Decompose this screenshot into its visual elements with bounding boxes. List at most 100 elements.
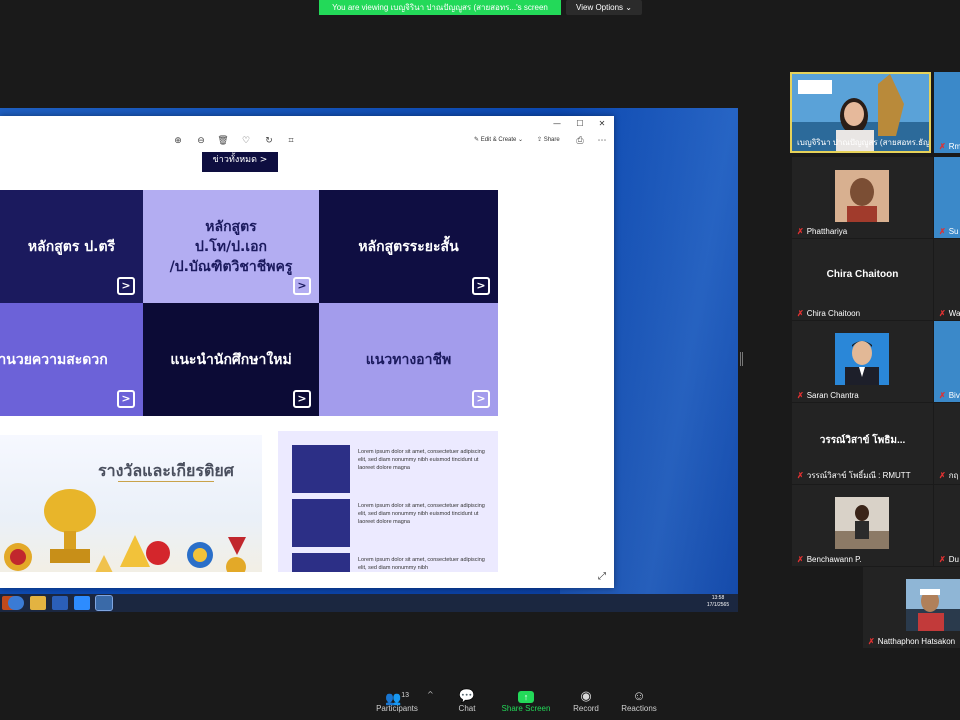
participant-name: ✗ Natthaphon Hatsakon	[868, 637, 955, 646]
print-icon[interactable]: ⎙	[573, 134, 587, 148]
zoom-in-icon[interactable]: ⊕	[171, 134, 185, 148]
tile-short-course[interactable]: หลักสูตรระยะสั้น >	[319, 190, 498, 303]
reactions-label: Reactions	[621, 704, 657, 713]
chat-label: Chat	[458, 704, 476, 713]
video-tile[interactable]: ✗ Su	[934, 157, 960, 238]
view-options-button[interactable]: View Options ⌄	[566, 0, 642, 15]
close-button[interactable]: ✕	[591, 116, 613, 131]
trophies-illustration	[4, 489, 246, 572]
folder-icon[interactable]	[30, 596, 46, 610]
name-text: Benchawann P.	[806, 555, 862, 564]
reactions-button[interactable]: ☺ Reactions	[609, 688, 669, 713]
mic-off-icon: ✗	[797, 471, 804, 480]
video-tile[interactable]: ✗ Natthaphon Hatsakon	[863, 567, 960, 648]
rotate-icon[interactable]: ↻	[262, 134, 276, 148]
arrow-right-icon: >	[293, 390, 311, 408]
participants-button[interactable]: 👥13 Participants	[367, 688, 427, 713]
video-tile[interactable]: ✗ Wa	[934, 239, 960, 320]
video-tile[interactable]: ✗ Biv	[934, 321, 960, 402]
name-text: Biv	[948, 391, 960, 400]
participant-avatar	[835, 170, 889, 222]
participant-avatar	[906, 579, 960, 631]
news-thumbnail[interactable]	[292, 553, 350, 572]
video-tile[interactable]: ✗ Saran Chantra	[792, 321, 933, 402]
expand-icon[interactable]: ⤢	[596, 571, 608, 583]
word-icon[interactable]	[52, 596, 68, 610]
tile-career[interactable]: แนวทางอาชีพ >	[319, 303, 498, 416]
participant-name: ✗ วรรณ์วิสาข์ โพธิ์มณี : RMUTT	[797, 469, 911, 482]
panel-splitter[interactable]	[740, 352, 743, 366]
news-thumbnail[interactable]	[292, 445, 350, 493]
record-button[interactable]: ◉ Record	[556, 688, 616, 713]
favorite-icon[interactable]: ♡	[239, 134, 253, 148]
tile-label: อำนวยความสะดวก	[0, 351, 108, 368]
share-screen-button[interactable]: ↑ Share Screen	[496, 688, 556, 713]
zoom-out-icon[interactable]: ⊖	[194, 134, 208, 148]
tile-label: หลักสูตร ป.โท/ป.เอก /ป.บัณฑิตวิชาชีพครู	[169, 218, 293, 275]
maximize-button[interactable]: ☐	[569, 116, 591, 131]
mic-off-icon: ✗	[939, 391, 946, 400]
share-menu[interactable]: ⇪ Share	[537, 136, 560, 143]
mic-off-icon: ✗	[939, 471, 946, 480]
reactions-icon: ☺	[632, 688, 646, 703]
tile-bachelor[interactable]: หลักสูตร ป.ตรี >	[0, 190, 143, 303]
video-tile[interactable]: ✗ กฤ	[934, 403, 960, 484]
awards-banner[interactable]: รางวัลและเกียรติยศ	[0, 435, 262, 572]
name-text: Su	[948, 227, 959, 236]
tile-label: หลักสูตร ป.ตรี	[27, 238, 116, 255]
photos-app-icon[interactable]	[95, 595, 113, 611]
zoom-app-icon[interactable]	[74, 596, 90, 610]
name-text: Phatthariya	[806, 227, 848, 236]
delete-icon[interactable]: 🗑	[216, 134, 230, 148]
news-snippet[interactable]: Lorem ipsum dolor sit amet, consectetuer…	[358, 556, 488, 572]
video-tile[interactable]: วรรณ์วิสาข์ โพธิม... ✗ วรรณ์วิสาข์ โพธิ์ม…	[792, 403, 933, 484]
photos-toolbar: ⊕ ⊖ 🗑 ♡ ↻ ⌗ ✎ Edit & Create ⌄ ⇪ Share ⎙ …	[0, 134, 614, 150]
video-tile[interactable]: ✗ Phatthariya	[792, 157, 933, 238]
tile-label: แนะนำนักศึกษาใหม่	[170, 351, 292, 368]
name-text: เบญจิรินา ปาณปัญญูสร (สายสอทร.ธัญ...	[797, 138, 931, 147]
record-label: Record	[573, 704, 599, 713]
participants-label: Participants	[376, 704, 418, 713]
mic-off-icon: ✗	[868, 637, 875, 646]
video-tile[interactable]: ✗ Du	[934, 485, 960, 566]
all-news-button[interactable]: ข่าวทั้งหมด >	[202, 152, 278, 172]
crop-icon[interactable]: ⌗	[284, 134, 298, 148]
share-screen-icon: ↑	[496, 688, 556, 704]
chrome-icon[interactable]	[8, 596, 24, 610]
video-tile-active-speaker[interactable]: เบญจิรินา ปาณปัญญูสร (สายสอทร.ธัญ...	[790, 72, 931, 153]
participant-name: ✗ Phatthariya	[797, 227, 847, 236]
edit-create-menu[interactable]: ✎ Edit & Create ⌄	[474, 136, 523, 143]
news-thumbnail[interactable]	[292, 499, 350, 547]
tile-facilities[interactable]: อำนวยความสะดวก >	[0, 303, 143, 416]
chat-button[interactable]: 💬 Chat	[437, 688, 497, 713]
tile-graduate[interactable]: หลักสูตร ป.โท/ป.เอก /ป.บัณฑิตวิชาชีพครู …	[143, 190, 319, 303]
participant-name: ✗ Rm	[939, 142, 960, 151]
name-text: Chira Chaitoon	[806, 309, 861, 318]
name-text: Natthaphon Hatsakon	[877, 637, 956, 646]
share-label: Share	[543, 137, 560, 143]
participant-display-name: Chira Chaitoon	[826, 269, 899, 280]
name-text: วรรณ์วิสาข์ โพธิ์มณี : RMUTT	[806, 471, 911, 480]
clock-date: 17/1/2565	[706, 602, 730, 608]
tile-new-students[interactable]: แนะนำนักศึกษาใหม่ >	[143, 303, 319, 416]
participant-name: ✗ Du	[939, 555, 959, 564]
video-tile[interactable]: Chira Chaitoon ✗ Chira Chaitoon	[792, 239, 933, 320]
video-tile[interactable]: ✗ Rm	[934, 72, 960, 153]
name-text: Du	[948, 555, 959, 564]
mic-off-icon: ✗	[939, 555, 946, 564]
news-list: Lorem ipsum dolor sit amet, consectetuer…	[278, 431, 498, 572]
participant-display-name: วรรณ์วิสาข์ โพธิม...	[819, 435, 906, 446]
participants-chevron-icon[interactable]: ^	[427, 690, 434, 699]
minimize-button[interactable]: —	[546, 116, 568, 131]
arrow-right-icon: >	[117, 277, 135, 295]
mic-off-icon: ✗	[797, 391, 804, 400]
mic-off-icon: ✗	[797, 227, 804, 236]
mic-off-icon: ✗	[939, 309, 946, 318]
screen-share-banner: You are viewing เบญจิรินา ปาณปัญญูสร (สา…	[319, 0, 561, 15]
arrow-right-icon: >	[472, 390, 490, 408]
more-icon[interactable]: ⋯	[595, 134, 609, 148]
mic-off-icon: ✗	[797, 555, 804, 564]
video-tile[interactable]: ✗ Benchawann P.	[792, 485, 933, 566]
news-snippet[interactable]: Lorem ipsum dolor sit amet, consectetuer…	[358, 448, 488, 472]
news-snippet[interactable]: Lorem ipsum dolor sit amet, consectetuer…	[358, 502, 488, 526]
